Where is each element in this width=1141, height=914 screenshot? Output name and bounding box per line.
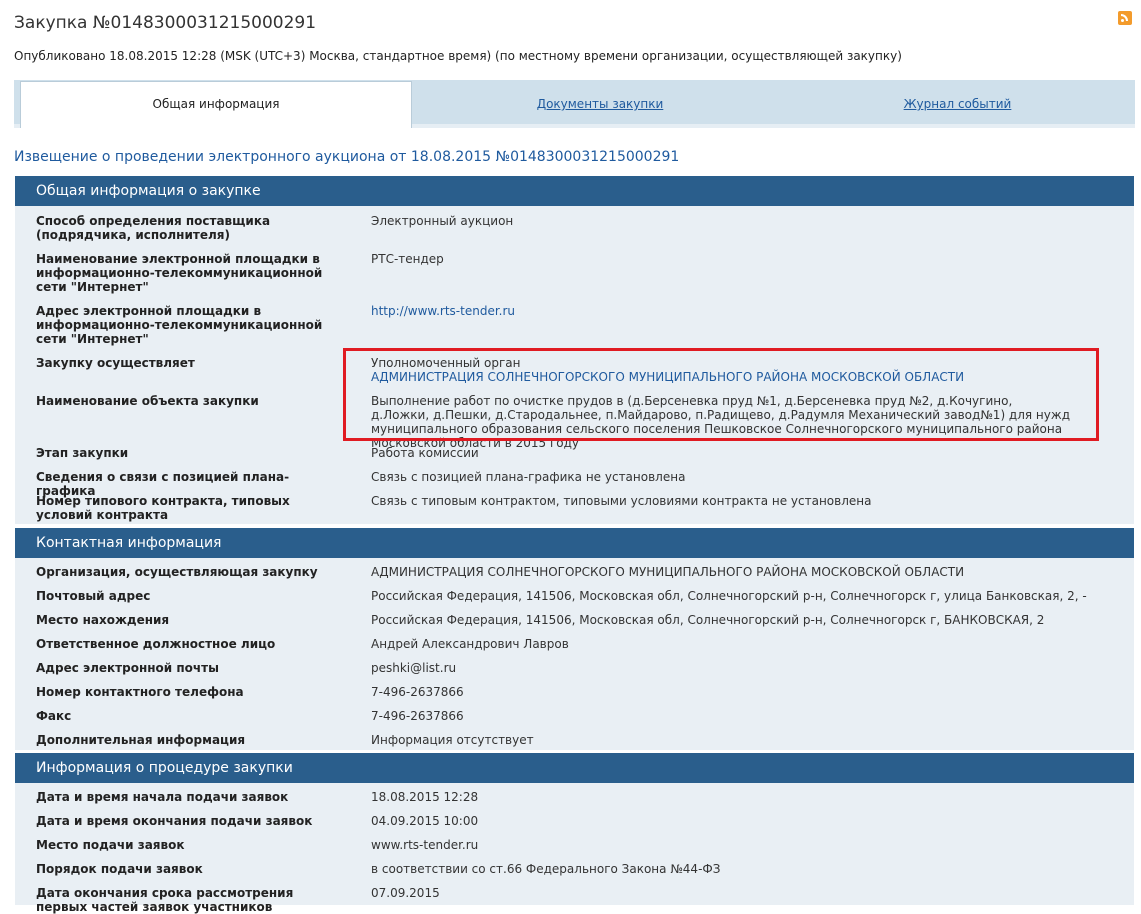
contract-label: Номер типового контракта, типовых услови… [36, 494, 290, 522]
section-procedure-panel: Дата и время начала подачи заявок 18.08.… [15, 783, 1134, 914]
stage-value: Работа комиссии [371, 446, 479, 460]
contact-email-value: peshki@list.ru [371, 661, 457, 675]
notice-title: Извещение о проведении электронного аукц… [14, 149, 680, 165]
highlight-box [343, 348, 1099, 441]
procedure-row-value: 18.08.2015 12:28 [371, 790, 479, 804]
contact-row-value: Андрей Александрович Лавров [371, 637, 569, 651]
procedure-row-label: Порядок подачи заявок [36, 862, 203, 876]
contact-row-value: Российская Федерация, 141506, Московская… [371, 589, 1087, 603]
contact-row-label: Почтовый адрес [36, 589, 151, 603]
section-procedure-heading: Информация о процедуре закупки [15, 753, 1134, 783]
rss-icon[interactable] [1118, 11, 1132, 25]
published-info: Опубликовано 18.08.2015 12:28 (MSK (UTC+… [14, 49, 902, 63]
method-value: Электронный аукцион [371, 214, 514, 228]
contact-row-label: Организация, осуществляющая закупку [36, 565, 318, 579]
section-contact-panel: Организация, осуществляющая закупку АДМИ… [15, 558, 1134, 750]
platform-address-link[interactable]: http://www.rts-tender.ru [371, 304, 515, 318]
procedure-row-value: в соответствии со ст.66 Федерального Зак… [371, 862, 721, 876]
tab-documents[interactable]: Документы закупки [410, 82, 790, 126]
contact-phone-value: 7-496-2637866 [371, 685, 464, 699]
contact-row-label: Номер контактного телефона [36, 685, 244, 699]
tab-general-info[interactable]: Общая информация [20, 81, 412, 128]
section-contact-heading: Контактная информация [15, 528, 1134, 558]
stage-label: Этап закупки [36, 446, 129, 460]
contact-row-label: Дополнительная информация [36, 733, 246, 747]
contact-row-label: Место нахождения [36, 613, 170, 627]
contact-row-label: Ответственное должностное лицо [36, 637, 276, 651]
object-label: Наименование объекта закупки [36, 394, 259, 408]
procedure-row-label: Дата и время окончания подачи заявок [36, 814, 313, 828]
plan-value: Связь с позицией плана-графика не устано… [371, 470, 686, 484]
page-title: Закупка №0148300031215000291 [14, 13, 317, 33]
procedure-row-label: Дата окончания срока рассмотрения первых… [36, 886, 294, 914]
contact-row-value: Информация отсутствует [371, 733, 534, 747]
procedure-row-value: 07.09.2015 [371, 886, 440, 900]
tab-event-log[interactable]: Журнал событий [790, 82, 1125, 126]
contact-row-value: Российская Федерация, 141506, Московская… [371, 613, 1045, 627]
tab-bar: Общая информация Документы закупки Журна… [14, 80, 1135, 128]
procedure-row-label: Место подачи заявок [36, 838, 185, 852]
platform-label: Наименование электронной площадки в инфо… [36, 252, 323, 294]
section-general-heading: Общая информация о закупке [15, 176, 1134, 206]
procedure-row-label: Дата и время начала подачи заявок [36, 790, 289, 804]
platform-address-label: Адрес электронной площадки в информацион… [36, 304, 323, 346]
method-label: Способ определения поставщика (подрядчик… [36, 214, 271, 242]
contact-row-label: Адрес электронной почты [36, 661, 219, 675]
contact-fax-value: 7-496-2637866 [371, 709, 464, 723]
platform-value: РТС-тендер [371, 252, 444, 266]
contact-row-value: АДМИНИСТРАЦИЯ СОЛНЕЧНОГОРСКОГО МУНИЦИПАЛ… [371, 565, 965, 579]
procedure-row-value: www.rts-tender.ru [371, 838, 479, 852]
contact-row-label: Факс [36, 709, 72, 723]
contract-value: Связь с типовым контрактом, типовыми усл… [371, 494, 872, 508]
procedure-row-value: 04.09.2015 10:00 [371, 814, 479, 828]
buyer-label: Закупку осуществляет [36, 356, 195, 370]
